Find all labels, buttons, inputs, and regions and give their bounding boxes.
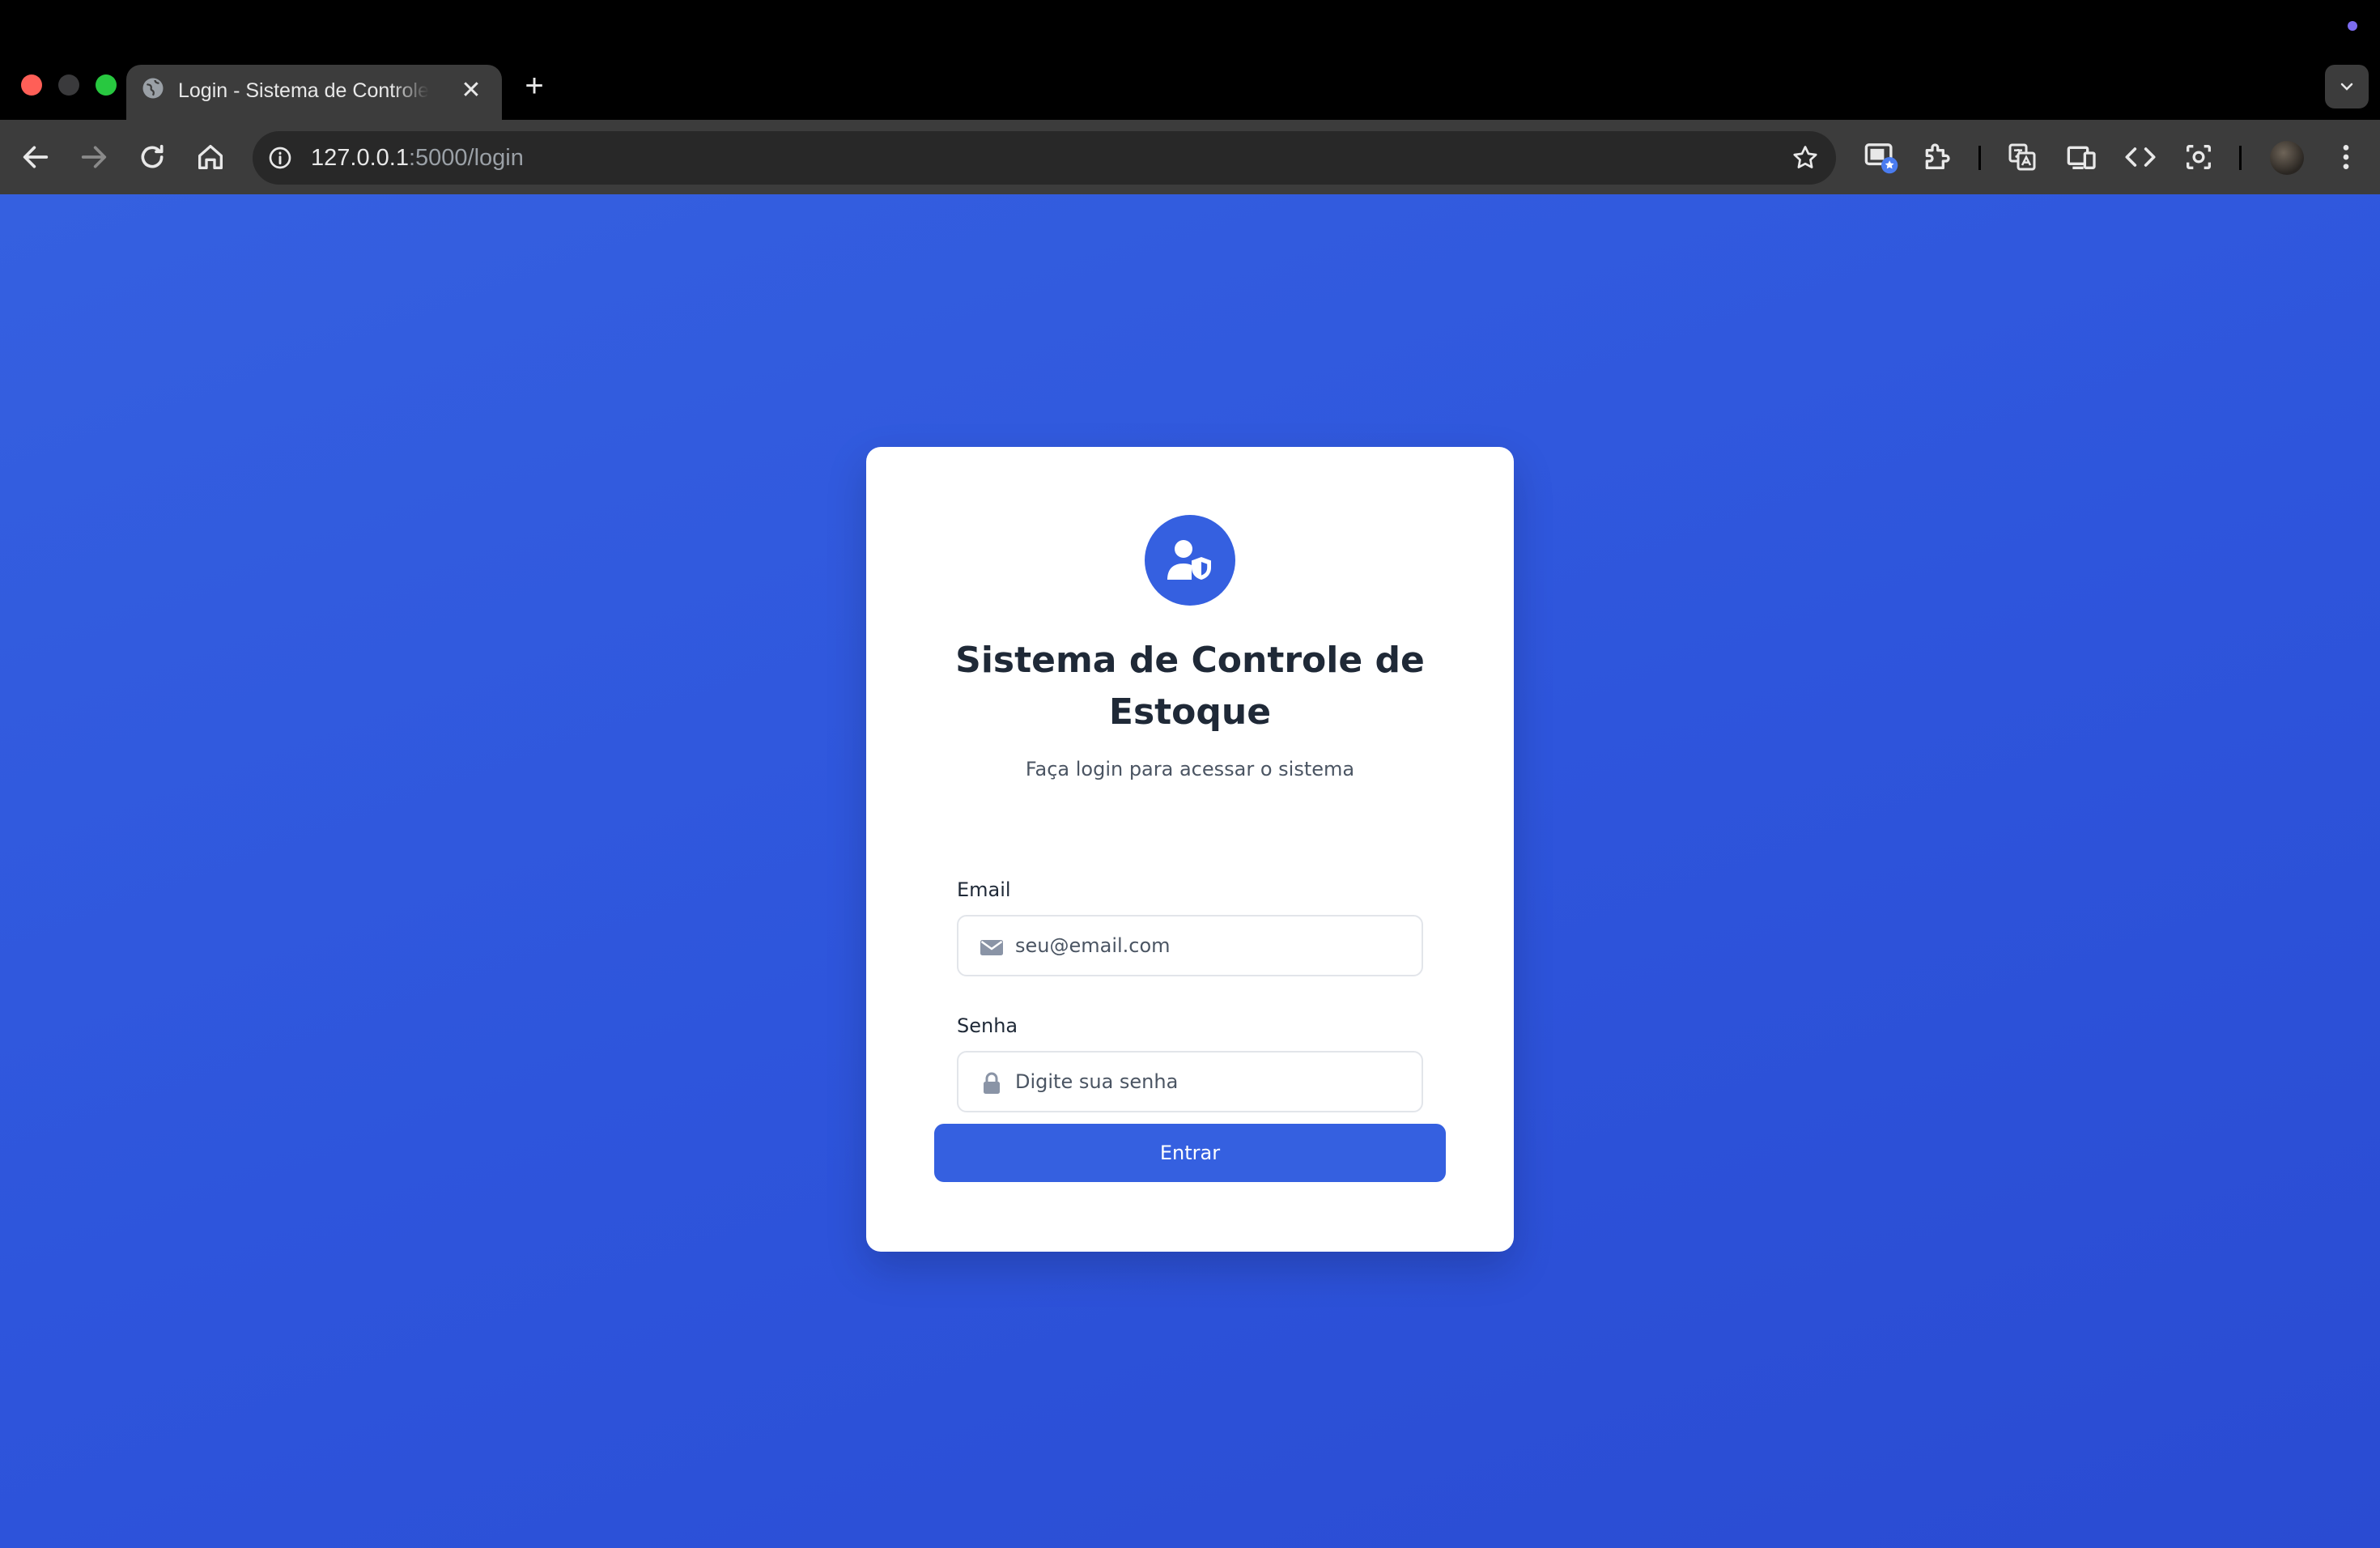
home-icon[interactable] [194, 141, 227, 173]
tab-search-button[interactable] [2325, 65, 2369, 108]
password-input-wrapper[interactable] [957, 1051, 1423, 1112]
menu-icon[interactable] [2330, 141, 2362, 173]
back-icon[interactable] [19, 141, 52, 173]
chevron-down-icon [2340, 83, 2353, 91]
url-path: :5000/login [408, 145, 524, 171]
toolbar-separator [2239, 146, 2242, 170]
page-title: Sistema de Controle de Estoque [955, 640, 1425, 733]
logo-badge [1145, 515, 1235, 606]
address-bar[interactable]: 127.0.0.1:5000/login [253, 131, 1836, 185]
globe-icon [142, 78, 164, 99]
info-icon[interactable] [267, 145, 293, 171]
tab-title: Login - Sistema de Controle de Estoque [178, 79, 429, 102]
new-tab-button[interactable]: + [518, 70, 550, 102]
login-card: Sistema de Controle de Estoque Faça logi… [866, 447, 1514, 1252]
active-tab[interactable]: Login - Sistema de Controle de Estoque ✕ [126, 65, 502, 120]
url-host: 127.0.0.1 [311, 145, 409, 171]
page-subtitle: Faça login para acessar o sistema [1025, 758, 1355, 780]
password-input[interactable] [1015, 1061, 1404, 1103]
screenshot-icon[interactable] [2182, 141, 2215, 173]
minimize-window-button[interactable] [58, 74, 79, 96]
email-input[interactable] [1015, 925, 1404, 967]
password-label: Senha [957, 1014, 1018, 1037]
devices-icon[interactable] [2066, 141, 2098, 173]
translate-icon[interactable] [2006, 141, 2038, 173]
cast-icon[interactable] [1864, 139, 1899, 175]
email-input-wrapper[interactable] [957, 915, 1423, 976]
forward-icon[interactable] [78, 141, 110, 173]
page-background: Sistema de Controle de Estoque Faça logi… [0, 194, 2380, 1548]
tab-strip: Login - Sistema de Controle de Estoque ✕… [0, 0, 2380, 120]
toolbar-separator [1978, 146, 1981, 170]
email-label: Email [957, 878, 1011, 901]
star-icon[interactable] [1791, 143, 1820, 172]
login-button[interactable]: Entrar [934, 1124, 1446, 1182]
lock-icon [984, 1072, 1000, 1094]
devtools-icon[interactable] [2124, 141, 2157, 173]
envelope-icon [980, 940, 1003, 955]
close-window-button[interactable] [21, 74, 42, 96]
profile-avatar[interactable] [2270, 141, 2304, 175]
reload-icon[interactable] [136, 141, 168, 173]
maximize-window-button[interactable] [96, 74, 117, 96]
url-text: 127.0.0.1:5000/login [311, 142, 524, 173]
user-shield-icon [1167, 540, 1211, 580]
notification-dot [2348, 21, 2357, 31]
close-tab-icon[interactable]: ✕ [457, 76, 486, 105]
extensions-icon[interactable] [1920, 141, 1953, 173]
